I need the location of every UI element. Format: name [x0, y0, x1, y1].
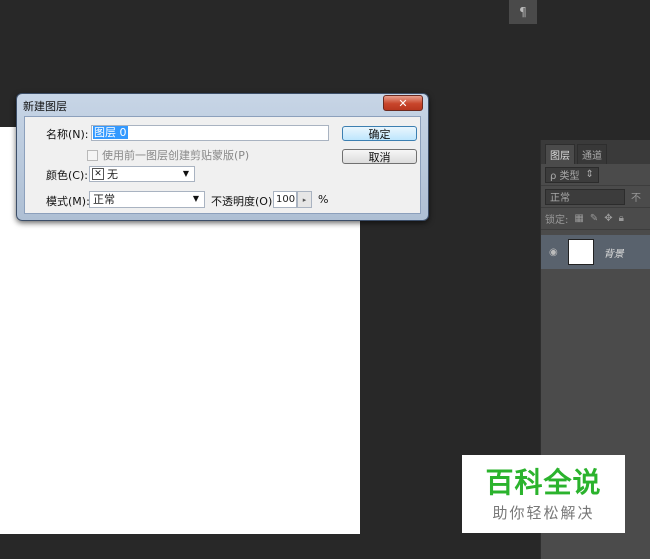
mode-select[interactable]: 正常 ▼ [89, 191, 205, 208]
mode-label: 模式(M): [46, 195, 90, 208]
mode-value: 正常 [93, 193, 115, 206]
layer-name-value: 图层 0 [93, 126, 128, 139]
lock-label: 锁定: [545, 215, 569, 226]
name-label: 名称(N): [46, 128, 89, 141]
chevron-updown-icon: ⇕ [585, 169, 594, 180]
opacity-unit: % [318, 193, 329, 206]
color-value: 无 [107, 168, 118, 181]
layer-name-input[interactable]: 图层 0 [91, 125, 329, 141]
layer-filter-label: ρ 类型 [550, 171, 580, 182]
watermark-subtitle: 助你轻松解决 [492, 503, 595, 522]
watermark-title: 百科全说 [485, 465, 602, 499]
opacity-label: 不 [631, 193, 641, 204]
layer-name: 背景 [603, 248, 624, 260]
clip-mask-checkbox[interactable] [87, 149, 98, 161]
lock-all-icon[interactable]: 🔒︎ [619, 213, 624, 224]
layer-thumbnail [567, 239, 594, 265]
layer-filter-row: ρ 类型 ⇕ [541, 164, 650, 186]
blend-row: 正常 不 [541, 186, 650, 208]
opacity-input[interactable]: 100 [273, 191, 297, 208]
lock-transparent-icon[interactable]: ▦ [574, 213, 583, 224]
clip-mask-row[interactable]: 使用前一图层创建剪贴蒙版(P) [87, 147, 249, 163]
cancel-button[interactable]: 取消 [342, 149, 417, 164]
clip-mask-label: 使用前一图层创建剪贴蒙版(P) [102, 149, 250, 162]
ok-button[interactable]: 确定 [342, 126, 417, 141]
paragraph-icon[interactable]: ¶ [509, 0, 537, 24]
opacity-label: 不透明度(O): [211, 195, 276, 208]
no-color-icon: ✕ [92, 168, 104, 180]
lock-move-icon[interactable]: ✥ [604, 213, 612, 224]
dialog-body: 名称(N): 图层 0 使用前一图层创建剪贴蒙版(P) 颜色(C): ✕ 无 ▼… [24, 116, 421, 214]
layers-panel-tabs: 图层 通道 [541, 140, 650, 164]
color-select[interactable]: ✕ 无 ▼ [89, 166, 195, 182]
tab-layers[interactable]: 图层 [545, 144, 575, 164]
blend-mode-select[interactable]: 正常 [545, 188, 625, 205]
chevron-down-icon: ▼ [192, 194, 199, 203]
opacity-slider-toggle-icon[interactable]: ▸ [297, 191, 312, 208]
close-button[interactable]: ✕ [383, 95, 423, 111]
color-label: 颜色(C): [46, 169, 88, 182]
watermark-logo: 百科全说 助你轻松解决 [462, 455, 625, 533]
eye-icon[interactable]: ◉ [549, 247, 558, 258]
tab-channels[interactable]: 通道 [577, 144, 607, 164]
dialog-title: 新建图层 [23, 100, 67, 113]
layer-filter-select[interactable]: ρ 类型 ⇕ [545, 166, 599, 183]
chevron-down-icon: ▼ [182, 169, 189, 178]
lock-row: 锁定: ▦ ✎ ✥ 🔒︎ [541, 208, 650, 230]
layer-row-background[interactable]: ◉ 背景 [541, 235, 650, 269]
new-layer-dialog: 新建图层 ✕ 名称(N): 图层 0 使用前一图层创建剪贴蒙版(P) 颜色(C)… [16, 93, 429, 221]
lock-brush-icon[interactable]: ✎ [590, 213, 598, 224]
